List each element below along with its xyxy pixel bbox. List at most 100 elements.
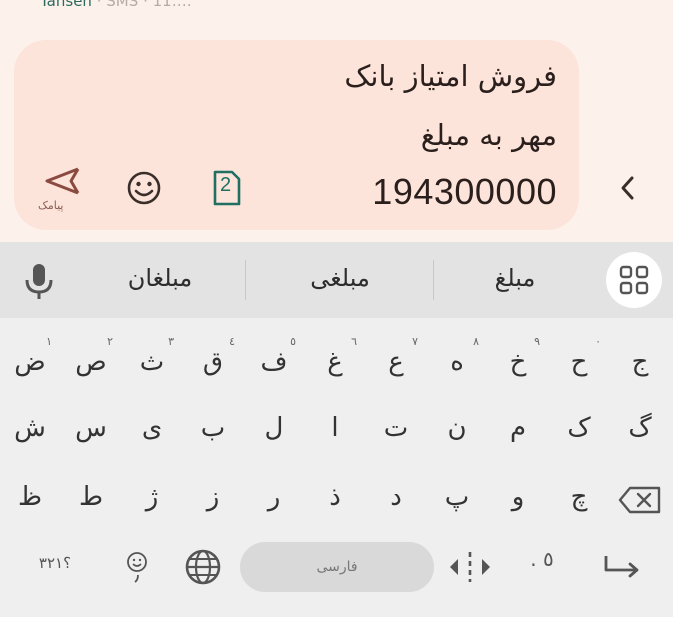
key-row2-1[interactable]: ک <box>549 399 609 457</box>
key-row1-3[interactable]: ه٨ <box>427 333 487 391</box>
key-row1-6[interactable]: ف٥ <box>244 333 304 391</box>
key-label: ص <box>75 347 107 377</box>
send-icon <box>45 167 80 195</box>
send-sms-label: پیامک <box>38 199 64 212</box>
key-row2-5[interactable]: ا <box>305 399 365 457</box>
symbols-key[interactable]: ؟۳۲۱ <box>20 554 90 572</box>
key-row1-8[interactable]: ث٣ <box>122 333 182 391</box>
key-row3-5[interactable]: ر <box>244 468 304 526</box>
key-hint: ٦ <box>351 335 357 348</box>
key-row3-9[interactable]: ظ <box>0 468 60 526</box>
enter-key[interactable] <box>602 552 642 584</box>
key-label: س <box>75 413 107 443</box>
cursor-move-icon <box>450 552 490 582</box>
key-label: ک <box>567 413 591 443</box>
key-row1-9[interactable]: ص٢ <box>61 333 121 391</box>
backspace-key[interactable] <box>618 485 662 519</box>
message-time: 11:… <box>152 0 192 10</box>
key-hint: ٣ <box>168 335 174 348</box>
key-hint: ٠ <box>595 335 601 348</box>
key-row1-4[interactable]: ع٧ <box>366 333 426 391</box>
chevron-left-icon <box>621 176 634 200</box>
key-label: ش <box>14 413 46 443</box>
sim-selector-button[interactable]: 2 <box>212 169 242 211</box>
key-label: ذ <box>329 482 341 512</box>
key-row2-6[interactable]: ل <box>244 399 304 457</box>
suggestion-strip: مبلغان مبلغی مبلغ <box>0 242 673 318</box>
key-row1-0[interactable]: ج <box>610 333 670 391</box>
key-row3-3[interactable]: د <box>366 468 426 526</box>
keyboard: مبلغان مبلغی مبلغ جح٠خ٩ه٨ع٧غ٦ف٥ق٤ث٣ص٢ض١گ… <box>0 242 673 617</box>
suggestion-divider <box>245 260 246 300</box>
key-row2-7[interactable]: ب <box>183 399 243 457</box>
key-label: ح <box>570 347 588 377</box>
key-hint: ٥ <box>290 335 296 348</box>
cursor-control-key[interactable] <box>448 550 492 588</box>
key-hint: ١ <box>46 335 52 348</box>
key-label: ب <box>200 413 226 443</box>
emoji-key[interactable] <box>122 548 152 590</box>
language-switch-key[interactable] <box>184 548 222 590</box>
key-row3-8[interactable]: ط <box>61 468 121 526</box>
key-label: ض <box>14 347 46 377</box>
key-label: ج <box>631 347 649 377</box>
key-row2-0[interactable]: گ <box>610 399 670 457</box>
key-label: ث <box>139 347 165 377</box>
suggestion-1[interactable]: مبلغ <box>460 264 570 292</box>
voice-input-button[interactable] <box>22 262 56 304</box>
key-row2-3[interactable]: ن <box>427 399 487 457</box>
key-label: ت <box>383 413 409 443</box>
carrier-name: Tansen <box>40 0 92 10</box>
key-row3-7[interactable]: ژ <box>122 468 182 526</box>
meta-separator: · <box>96 0 102 10</box>
sim-number: 2 <box>220 174 232 196</box>
key-row2-9[interactable]: س <box>61 399 121 457</box>
key-label: ن <box>447 413 467 443</box>
key-row2-8[interactable]: ی <box>122 399 182 457</box>
key-row3-6[interactable]: ز <box>183 468 243 526</box>
conversation-meta: Tansen · SMS · 11:… <box>40 0 192 10</box>
period-key[interactable]: . ٥ <box>522 547 562 571</box>
key-label: و <box>511 482 525 512</box>
message-text-line-2[interactable]: مهر به مبلغ <box>421 118 557 152</box>
key-row1-7[interactable]: ق٤ <box>183 333 243 391</box>
key-row3-0[interactable]: چ <box>549 468 609 526</box>
backspace-icon <box>618 486 661 514</box>
key-row3-2[interactable]: پ <box>427 468 487 526</box>
key-row3-1[interactable]: و <box>488 468 548 526</box>
key-row1-1[interactable]: ح٠ <box>549 333 609 391</box>
emoji-button[interactable] <box>126 170 162 210</box>
key-row2-10[interactable]: ش <box>0 399 60 457</box>
message-text-line-3[interactable]: 194300000 <box>372 171 557 213</box>
key-label: پ <box>444 482 470 512</box>
key-label: ا <box>331 413 339 443</box>
enter-arrow-icon <box>604 556 639 578</box>
key-hint: ٤ <box>229 335 235 348</box>
keyboard-apps-button[interactable] <box>606 252 662 308</box>
key-label: ل <box>264 413 284 443</box>
key-row3-4[interactable]: ذ <box>305 468 365 526</box>
key-label: چ <box>570 482 588 512</box>
key-row1-2[interactable]: خ٩ <box>488 333 548 391</box>
suggestion-2[interactable]: مبلغی <box>280 264 400 292</box>
key-label: خ <box>509 347 527 377</box>
key-label: ف <box>260 347 288 377</box>
message-composer[interactable]: فروش امتیاز بانک مهر به مبلغ 194300000 <box>14 40 579 230</box>
send-sms-button[interactable] <box>44 166 80 200</box>
key-label: گ <box>628 413 652 443</box>
key-label: ق <box>202 347 224 377</box>
key-row2-2[interactable]: م <box>488 399 548 457</box>
globe-icon <box>185 549 221 585</box>
meta-separator: · <box>143 0 148 10</box>
key-label: غ <box>327 347 343 377</box>
expand-chevron-button[interactable] <box>617 174 639 206</box>
suggestion-divider <box>433 260 434 300</box>
message-text-line-1[interactable]: فروش امتیاز بانک <box>344 59 557 93</box>
space-bar[interactable]: فارسی <box>240 542 434 592</box>
emoji-comma-icon <box>127 552 147 583</box>
key-row1-10[interactable]: ض١ <box>0 333 60 391</box>
key-row1-5[interactable]: غ٦ <box>305 333 365 391</box>
suggestion-3[interactable]: مبلغان <box>105 264 215 292</box>
smiley-icon <box>127 171 161 205</box>
key-row2-4[interactable]: ت <box>366 399 426 457</box>
